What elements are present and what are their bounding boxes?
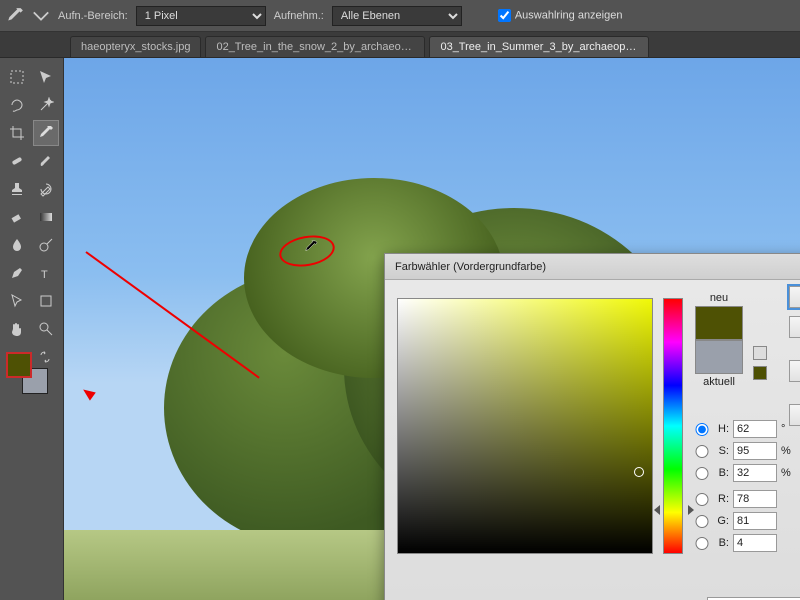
tool-move[interactable]: [33, 64, 60, 90]
radio-g[interactable]: [695, 515, 709, 528]
label-h: H:: [713, 423, 729, 435]
tool-path-select[interactable]: [4, 288, 31, 314]
workspace: T Farbwähler (Vordergrundfarbe): [0, 58, 800, 600]
label-current: aktuell: [695, 374, 743, 390]
tool-dodge[interactable]: [33, 232, 60, 258]
toolbox: T: [0, 58, 64, 600]
dialog-title: Farbwähler (Vordergrundfarbe): [395, 261, 546, 273]
tool-shape[interactable]: [33, 288, 60, 314]
swap-colors-icon[interactable]: [40, 351, 52, 363]
document-tabs: haeopteryx_stocks.jpg 02_Tree_in_the_sno…: [0, 32, 800, 58]
options-bar: Aufn.-Bereich: 1 Pixel Aufnehm.: Alle Eb…: [0, 0, 800, 32]
add-swatch-button[interactable]: Zu Farbfel: [789, 360, 800, 382]
tool-blur[interactable]: [4, 232, 31, 258]
websafe-swatch[interactable]: [753, 366, 767, 380]
tool-zoom[interactable]: [33, 316, 60, 342]
input-r[interactable]: [733, 490, 777, 508]
label-bv: B:: [713, 467, 729, 479]
label-new: neu: [695, 290, 743, 306]
current-color-swatch[interactable]: [695, 340, 743, 374]
tab-doc-2[interactable]: 02_Tree_in_the_snow_2_by_archaeopteryx_s…: [205, 36, 425, 57]
input-g[interactable]: [733, 512, 777, 530]
tool-brush[interactable]: [33, 148, 60, 174]
color-swatches: [4, 350, 59, 404]
input-bv[interactable]: [733, 464, 777, 482]
sample-size-label: Aufn.-Bereich:: [58, 10, 128, 22]
sample-size-select[interactable]: 1 Pixel: [136, 6, 266, 26]
tool-crop[interactable]: [4, 120, 31, 146]
dialog-titlebar[interactable]: Farbwähler (Vordergrundfarbe): [385, 254, 800, 280]
radio-bv[interactable]: [695, 467, 709, 480]
svg-text:T: T: [41, 269, 48, 281]
hue-slider[interactable]: [663, 298, 683, 554]
sv-marker[interactable]: [634, 467, 644, 477]
label-s: S:: [713, 445, 729, 457]
cube-icon[interactable]: [753, 346, 767, 360]
color-picker-dialog: Farbwähler (Vordergrundfarbe) neu aktuel…: [384, 253, 800, 600]
tool-history-brush[interactable]: [33, 176, 60, 202]
tool-lasso[interactable]: [4, 92, 31, 118]
sample-layers-label: Aufnehm.:: [274, 10, 324, 22]
tab-doc-3[interactable]: 03_Tree_in_Summer_3_by_archaeopteryx_sto…: [429, 36, 649, 57]
canvas[interactable]: Farbwähler (Vordergrundfarbe) neu aktuel…: [64, 58, 800, 600]
new-color-swatch: [695, 306, 743, 340]
tool-wand[interactable]: [33, 92, 60, 118]
tool-stamp[interactable]: [4, 176, 31, 202]
color-preview: neu aktuell: [695, 290, 743, 390]
input-h[interactable]: [733, 420, 777, 438]
cancel-button[interactable]: Ab: [789, 316, 800, 338]
eyedropper-icon: [6, 7, 24, 25]
label-g: G:: [713, 515, 729, 527]
radio-s[interactable]: [695, 445, 709, 458]
hue-pointer[interactable]: [658, 505, 690, 515]
radio-h[interactable]: [695, 423, 709, 436]
tool-eyedropper[interactable]: [33, 120, 60, 146]
show-ring-checkbox-label[interactable]: Auswahlring anzeigen: [498, 9, 623, 22]
eyedropper-cursor-icon: [304, 240, 318, 254]
radio-bb[interactable]: [695, 537, 709, 550]
tool-eraser[interactable]: [4, 204, 31, 230]
tab-doc-1[interactable]: haeopteryx_stocks.jpg: [70, 36, 201, 57]
dropdown-caret-icon[interactable]: [32, 7, 50, 25]
label-r: R:: [713, 493, 729, 505]
tool-marquee[interactable]: [4, 64, 31, 90]
saturation-value-field[interactable]: [397, 298, 653, 554]
show-ring-checkbox[interactable]: [498, 9, 511, 22]
foreground-swatch[interactable]: [6, 352, 32, 378]
tool-gradient[interactable]: [33, 204, 60, 230]
input-bb[interactable]: [733, 534, 777, 552]
tool-hand[interactable]: [4, 316, 31, 342]
radio-r[interactable]: [695, 493, 709, 506]
tool-type[interactable]: T: [33, 260, 60, 286]
tool-pen[interactable]: [4, 260, 31, 286]
sample-layers-select[interactable]: Alle Ebenen: [332, 6, 462, 26]
color-fields: H:° S:% B:% R: G: B:: [695, 420, 797, 552]
tool-healing[interactable]: [4, 148, 31, 174]
label-bb: B:: [713, 537, 729, 549]
input-s[interactable]: [733, 442, 777, 460]
ok-button[interactable]: [789, 286, 800, 308]
